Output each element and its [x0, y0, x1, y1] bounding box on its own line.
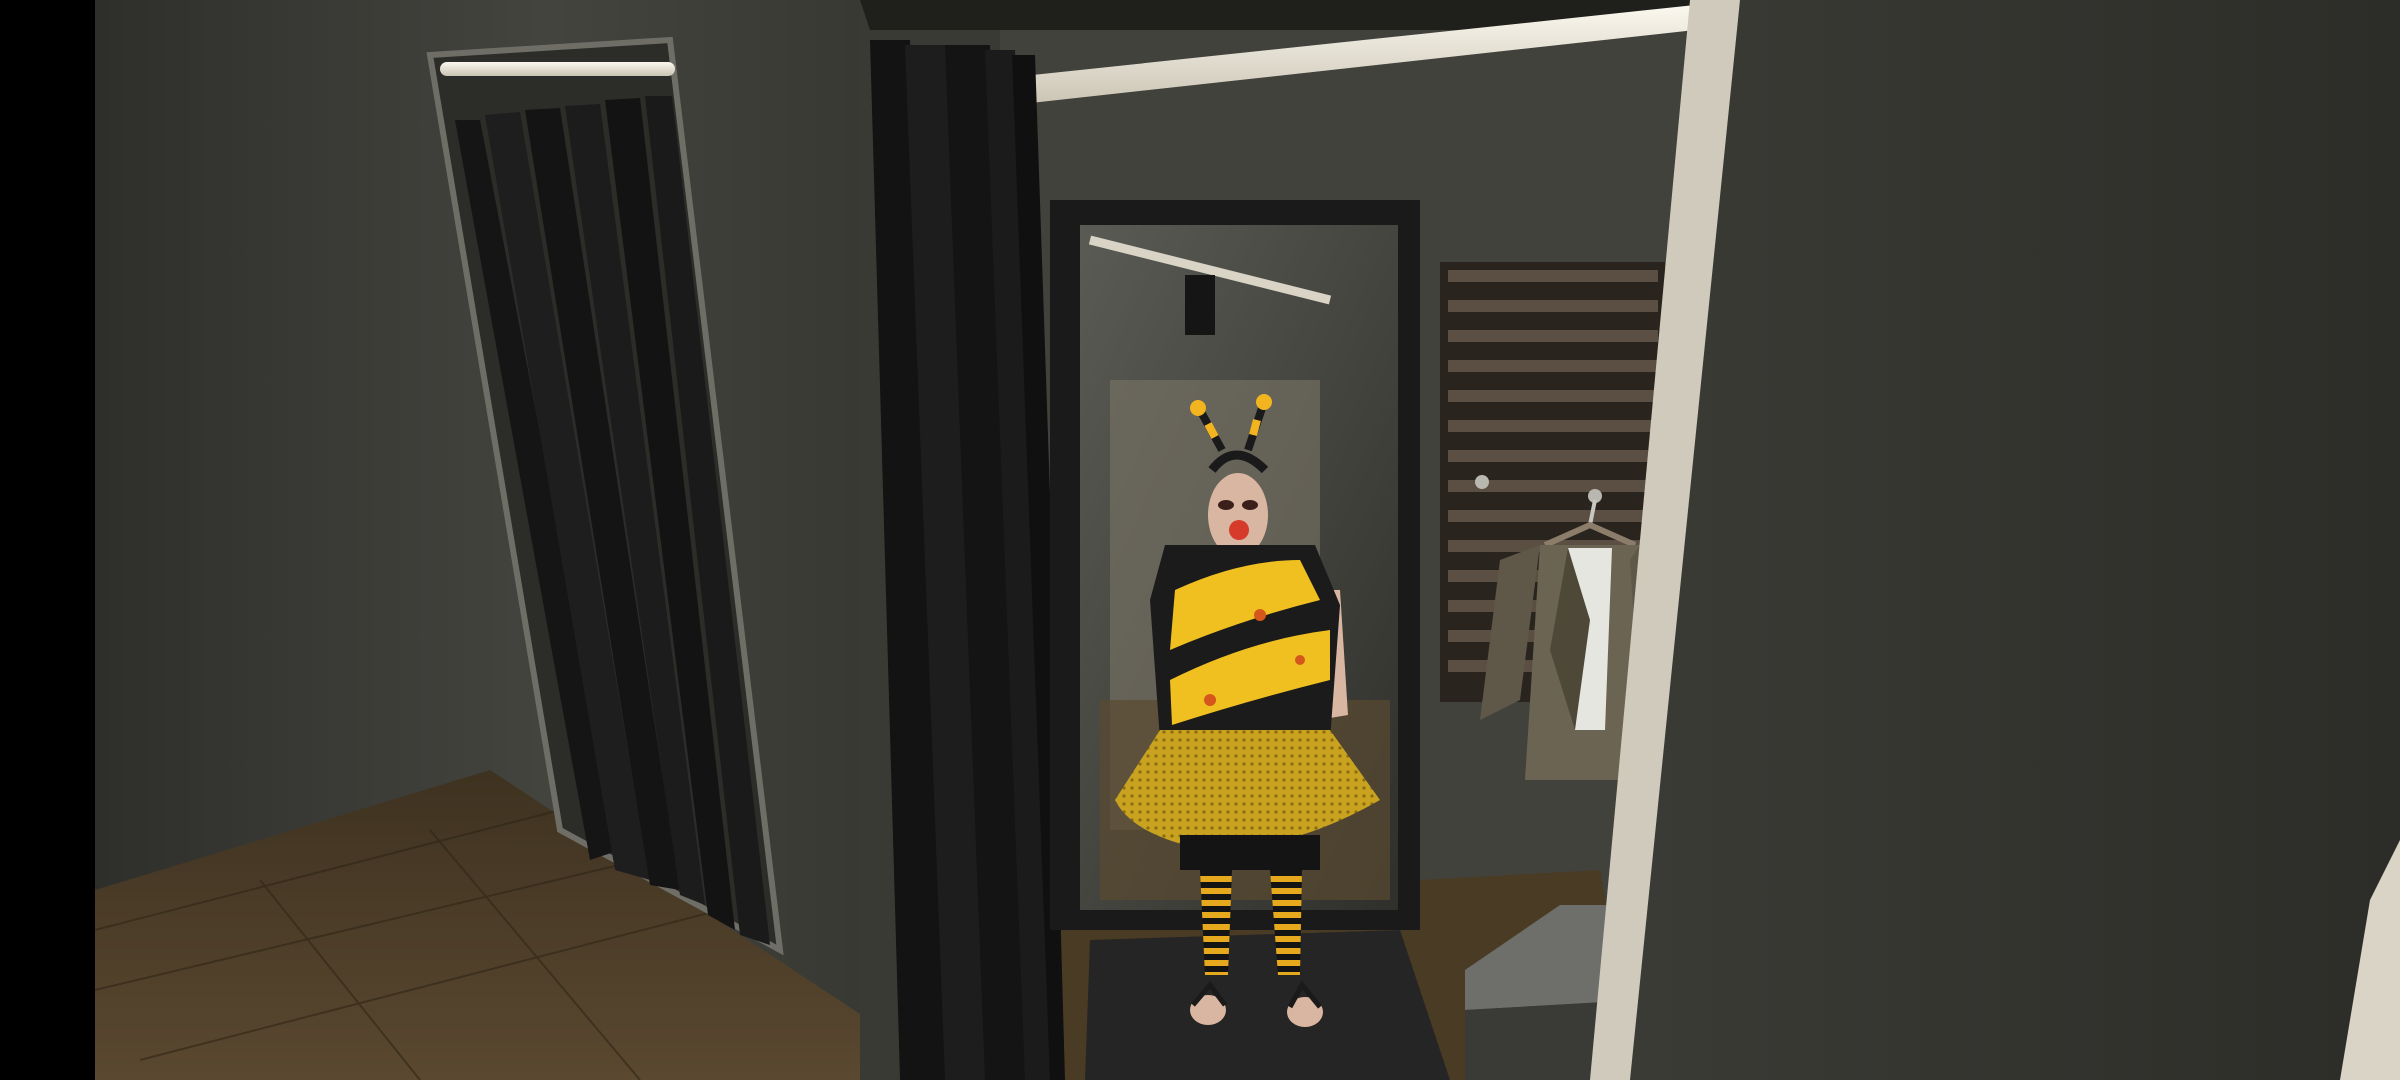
striped-leg-left	[1200, 870, 1232, 975]
left-curtain-rod	[440, 62, 675, 76]
letterbox-left	[0, 0, 95, 1080]
right-wall	[1630, 0, 2400, 1080]
mirror-reflected-light	[1185, 275, 1215, 335]
clown-nose-mouth	[1229, 520, 1249, 540]
wall-hook	[1475, 475, 1489, 489]
game-scene	[0, 0, 2400, 1080]
rug	[1085, 930, 1450, 1080]
character-head	[1208, 473, 1268, 557]
